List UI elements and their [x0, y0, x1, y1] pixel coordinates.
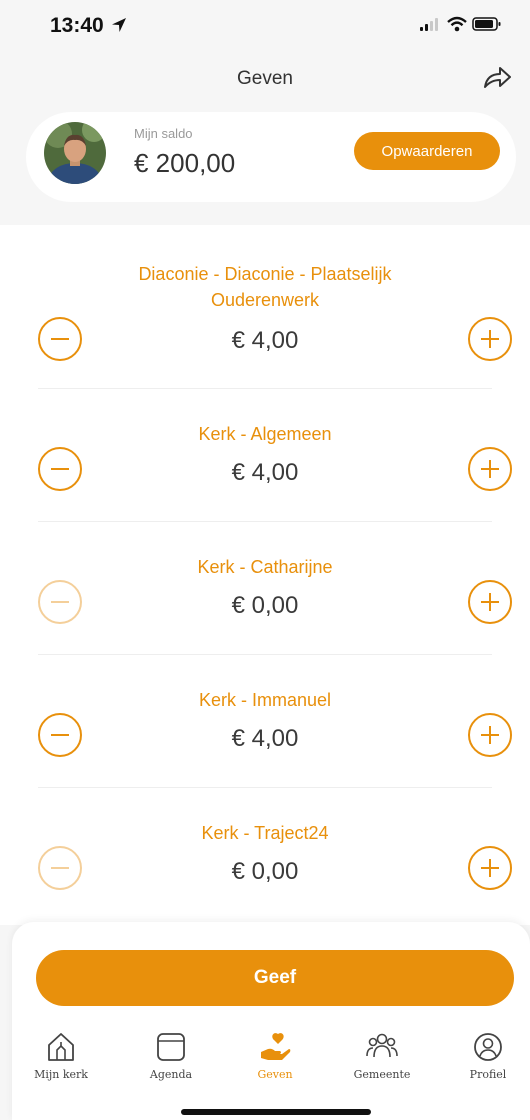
- tab-label: Mijn kerk: [34, 1068, 88, 1081]
- tab-profiel[interactable]: Profiel: [443, 1030, 530, 1081]
- wifi-icon: [446, 16, 467, 32]
- bottom-sheet: Geef: [12, 922, 530, 1120]
- list-item: Diaconie - Diaconie - Plaatselijk Oudere…: [0, 261, 530, 381]
- minus-icon: [51, 867, 69, 869]
- list-item: Kerk - Immanuel € 4,00: [0, 687, 530, 787]
- tab-label: Gemeente: [353, 1068, 411, 1081]
- decrease-button[interactable]: [38, 447, 82, 491]
- tab-bar: Mijn kerk Agenda Geven Gemeente Profiel: [0, 1030, 530, 1090]
- minus-icon: [51, 734, 69, 736]
- fund-amount: € 0,00: [231, 592, 299, 619]
- share-button[interactable]: [480, 62, 514, 92]
- fund-amount: € 4,00: [231, 459, 299, 486]
- tab-label: Geven: [257, 1068, 293, 1081]
- fund-name: Kerk - Immanuel: [198, 690, 332, 710]
- decrease-button[interactable]: [38, 580, 82, 624]
- share-icon: [484, 67, 511, 88]
- profile-icon: [474, 1033, 502, 1061]
- fund-list: Diaconie - Diaconie - Plaatselijk Oudere…: [0, 225, 530, 925]
- plus-icon: [481, 859, 499, 877]
- tab-agenda[interactable]: Agenda: [126, 1030, 216, 1081]
- status-time: 13:40: [50, 14, 128, 38]
- plus-icon: [481, 593, 499, 611]
- fund-name: Diaconie - Diaconie - Plaatselijk Oudere…: [100, 261, 430, 313]
- give-button[interactable]: Geef: [36, 950, 514, 1006]
- tab-mijn-kerk[interactable]: Mijn kerk: [16, 1030, 106, 1081]
- fund-name: Kerk - Traject24: [201, 823, 329, 843]
- signal-icon: [420, 18, 439, 31]
- list-item: Kerk - Algemeen € 4,00: [0, 421, 530, 521]
- status-time-text: 13:40: [50, 14, 104, 37]
- balance-card: Mijn saldo € 200,00 Opwaarderen: [26, 112, 516, 202]
- topup-button[interactable]: Opwaarderen: [354, 132, 500, 170]
- fund-amount: € 0,00: [231, 858, 299, 885]
- divider: [38, 787, 492, 788]
- fund-name: Kerk - Catharijne: [197, 557, 333, 577]
- minus-icon: [51, 601, 69, 603]
- minus-icon: [51, 468, 69, 470]
- avatar: [44, 122, 106, 184]
- tab-label: Profiel: [469, 1068, 507, 1081]
- plus-icon: [481, 460, 499, 478]
- status-bar: 13:40: [0, 0, 530, 50]
- fund-name-line1: Diaconie - Diaconie - Plaatselijk: [138, 264, 392, 284]
- people-icon: [366, 1033, 398, 1058]
- increase-button[interactable]: [468, 846, 512, 890]
- balance-label: Mijn saldo: [134, 126, 193, 141]
- tab-geven[interactable]: Geven: [230, 1030, 320, 1081]
- fund-amount: € 4,00: [231, 725, 299, 752]
- divider: [38, 654, 492, 655]
- minus-icon: [51, 338, 69, 340]
- divider: [38, 521, 492, 522]
- increase-button[interactable]: [468, 447, 512, 491]
- header: Geven: [0, 50, 530, 105]
- fund-name-line2: Ouderenwerk: [210, 290, 320, 310]
- decrease-button[interactable]: [38, 713, 82, 757]
- fund-name: Kerk - Algemeen: [198, 424, 332, 444]
- increase-button[interactable]: [468, 580, 512, 624]
- balance-value: € 200,00: [134, 148, 236, 178]
- plus-icon: [481, 726, 499, 744]
- decrease-button[interactable]: [38, 317, 82, 361]
- status-icons: [419, 16, 502, 37]
- decrease-button[interactable]: [38, 846, 82, 890]
- increase-button[interactable]: [468, 317, 512, 361]
- fund-amount: € 4,00: [231, 327, 299, 354]
- home-indicator: [181, 1109, 371, 1115]
- calendar-icon: [157, 1033, 185, 1061]
- battery-icon: [472, 17, 501, 31]
- give-heart-icon: [261, 1033, 291, 1060]
- list-item: Kerk - Catharijne € 0,00: [0, 554, 530, 654]
- page-title: Geven: [237, 68, 293, 89]
- increase-button[interactable]: [468, 713, 512, 757]
- tab-label: Agenda: [149, 1068, 193, 1081]
- location-arrow-icon: [111, 18, 126, 32]
- tab-gemeente[interactable]: Gemeente: [337, 1030, 427, 1081]
- list-item: Kerk - Traject24 € 0,00: [0, 820, 530, 920]
- plus-icon: [481, 330, 499, 348]
- divider: [38, 388, 492, 389]
- home-icon: [48, 1033, 74, 1061]
